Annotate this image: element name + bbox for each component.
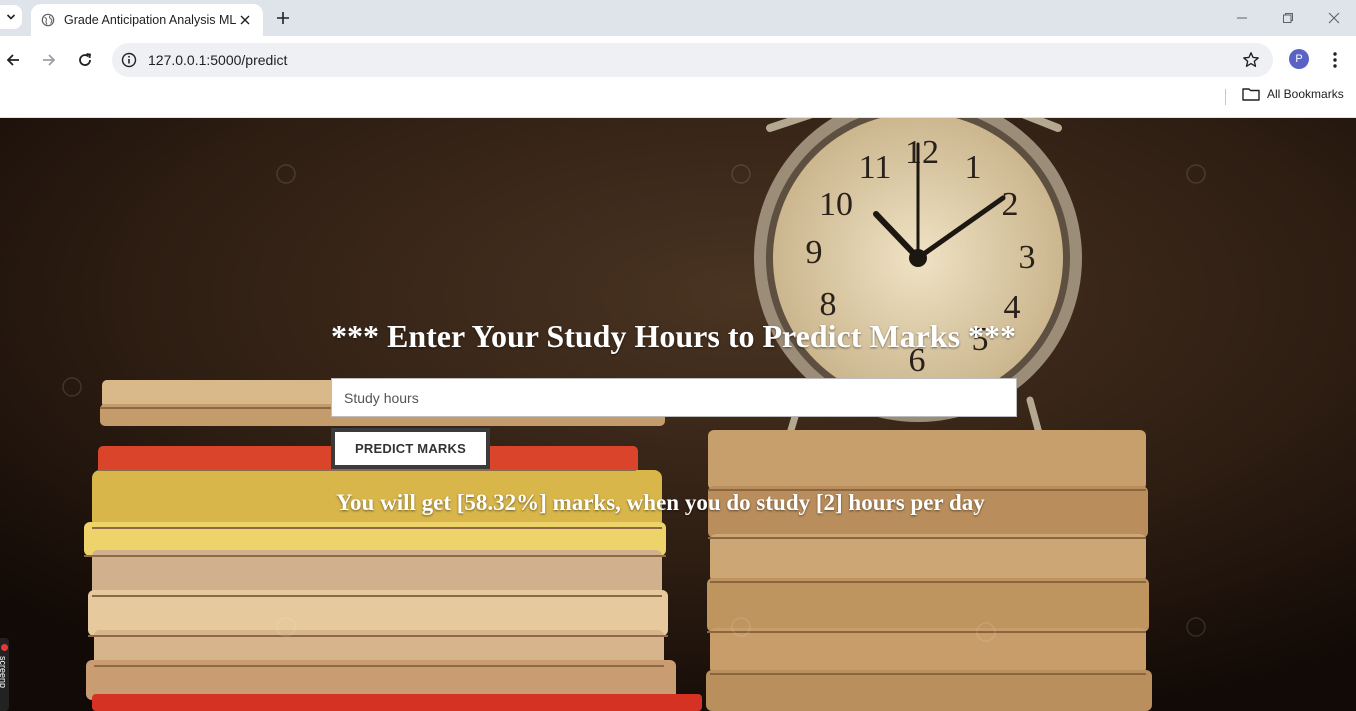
url-text[interactable]: 127.0.0.1:5000/predict xyxy=(148,52,287,68)
study-hours-input[interactable] xyxy=(331,378,1017,417)
bookmarks-bar: All Bookmarks xyxy=(0,84,1356,118)
close-icon xyxy=(1328,12,1340,24)
svg-text:11: 11 xyxy=(859,149,892,186)
more-vert-icon xyxy=(1333,52,1337,68)
bookmark-star-icon[interactable] xyxy=(1242,51,1260,69)
all-bookmarks-label: All Bookmarks xyxy=(1267,87,1344,101)
svg-text:10: 10 xyxy=(819,186,853,223)
svg-text:12: 12 xyxy=(905,134,939,171)
reload-button[interactable] xyxy=(73,48,97,72)
close-window-button[interactable] xyxy=(1324,8,1344,28)
svg-text:9: 9 xyxy=(806,234,823,271)
svg-text:1: 1 xyxy=(965,149,982,186)
tab-close-icon[interactable] xyxy=(237,12,253,28)
bookmarks-divider xyxy=(1225,89,1226,105)
restore-icon xyxy=(1283,13,1293,23)
arrow-right-icon xyxy=(43,54,56,66)
prediction-result: You will get [58.32%] marks, when you do… xyxy=(336,490,985,515)
svg-text:2: 2 xyxy=(1002,186,1019,223)
menu-button[interactable] xyxy=(1326,48,1344,72)
page-title: *** Enter Your Study Hours to Predict Ma… xyxy=(331,318,1017,354)
back-button[interactable] xyxy=(1,48,25,72)
site-info-icon[interactable] xyxy=(121,52,137,68)
tab-title: Grade Anticipation Analysis ML xyxy=(64,13,237,27)
new-tab-button[interactable] xyxy=(272,7,294,29)
reload-icon xyxy=(79,53,92,66)
restore-button[interactable] xyxy=(1278,8,1298,28)
tab-search-button[interactable] xyxy=(0,5,22,29)
profile-avatar[interactable]: P xyxy=(1289,49,1309,69)
toolbar: 127.0.0.1:5000/predict P xyxy=(0,36,1356,84)
recorder-label: screenp xyxy=(0,656,8,689)
plus-icon xyxy=(277,12,289,24)
tab-active[interactable]: Grade Anticipation Analysis ML xyxy=(31,4,263,36)
minimize-button[interactable] xyxy=(1232,8,1252,28)
chevron-down-icon xyxy=(6,14,16,20)
screen-recorder-widget[interactable]: screenp xyxy=(0,638,9,711)
record-dot-icon xyxy=(1,644,8,651)
globe-icon xyxy=(41,13,55,27)
all-bookmarks-button[interactable]: All Bookmarks xyxy=(1242,87,1344,101)
address-bar[interactable]: 127.0.0.1:5000/predict xyxy=(112,43,1273,77)
svg-text:3: 3 xyxy=(1019,239,1036,276)
folder-icon xyxy=(1242,88,1260,101)
right-book-stack xyxy=(706,430,1152,711)
page-viewport: 12 1 2 3 4 5 6 8 9 10 11 *** Enter Your … xyxy=(0,118,1356,711)
arrow-left-icon xyxy=(6,54,19,66)
tab-strip: Grade Anticipation Analysis ML xyxy=(0,0,1356,36)
forward-button[interactable] xyxy=(37,48,61,72)
predict-marks-button[interactable]: PREDICT MARKS xyxy=(331,428,490,469)
minimize-icon xyxy=(1237,17,1247,19)
